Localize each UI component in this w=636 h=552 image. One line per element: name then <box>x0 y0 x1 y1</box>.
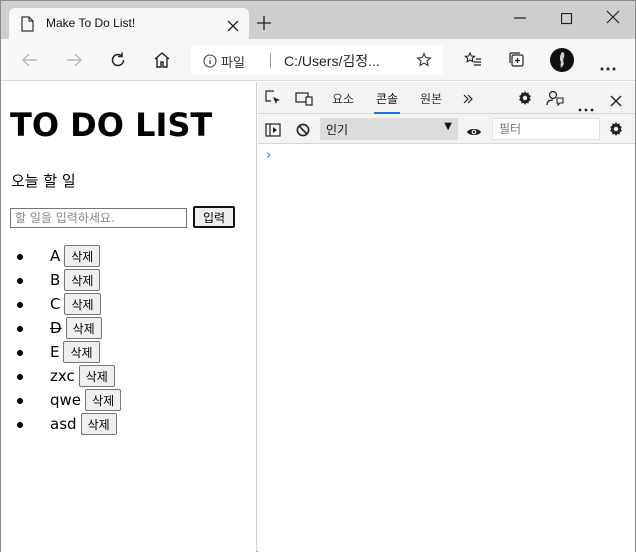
scheme-label: 파일 <box>221 56 245 71</box>
refresh-icon[interactable] <box>109 51 127 73</box>
devtools-tab-console[interactable]: 콘솔 <box>373 90 401 114</box>
todo-item-text[interactable]: E <box>50 343 59 361</box>
delete-button[interactable]: 삭제 <box>80 413 117 435</box>
list-item: A 삭제 <box>16 244 121 268</box>
todo-item-text[interactable]: C <box>50 295 60 313</box>
delete-button[interactable]: 삭제 <box>65 317 102 339</box>
page-viewport: TO DO LIST 오늘 할 일 입력 A삭제B삭제C삭제D삭제E삭제zxc삭… <box>1 82 257 552</box>
list-item: E 삭제 <box>16 340 121 364</box>
address-divider <box>270 53 271 68</box>
feedback-icon[interactable] <box>546 89 564 111</box>
page-title: TO DO LIST <box>10 106 213 144</box>
back-arrow-icon[interactable] <box>21 51 39 73</box>
context-selector[interactable]: 인기 ▼ <box>320 118 458 140</box>
devtools-tab-elements[interactable]: 요소 <box>332 90 354 107</box>
tab-title: Make To Do List! <box>46 16 136 30</box>
address-bar[interactable]: 파일 C:/Users/김정... <box>191 45 443 75</box>
todo-item-text[interactable]: zxc <box>50 367 75 385</box>
todo-item-text[interactable]: D <box>50 319 62 337</box>
favorites-list-icon[interactable] <box>464 51 482 73</box>
live-expression-eye-icon[interactable] <box>466 123 482 142</box>
delete-button[interactable]: 삭제 <box>85 389 122 411</box>
browser-toolbar: 파일 C:/Users/김정... <box>1 39 635 81</box>
browser-window: Make To Do List! 파일 C:/Users/김정... TO DO… <box>0 0 636 552</box>
todo-item-text[interactable]: qwe <box>50 391 81 409</box>
show-sidebar-icon[interactable] <box>265 122 281 141</box>
list-item: qwe 삭제 <box>16 388 122 412</box>
close-tab-icon[interactable] <box>227 17 239 36</box>
todo-input[interactable] <box>10 208 187 228</box>
console-filter-input[interactable] <box>492 118 600 140</box>
context-selector-value: 인기 <box>326 123 349 137</box>
todo-item-text[interactable]: asd <box>50 415 77 433</box>
list-item: D 삭제 <box>16 316 121 340</box>
new-tab-icon[interactable] <box>257 15 271 34</box>
todo-list: A 삭제 B 삭제 C 삭제 D 삭제 E 삭제 zxc 삭제 qwe 삭제 asd 삭제 <box>1 244 122 436</box>
console-settings-gear-icon[interactable] <box>608 121 624 141</box>
favorite-star-icon[interactable] <box>416 52 432 72</box>
device-emulation-icon[interactable] <box>295 91 313 110</box>
inspect-element-icon[interactable] <box>265 90 281 110</box>
home-icon[interactable] <box>153 51 171 73</box>
forward-arrow-icon[interactable] <box>65 51 83 73</box>
devtools-tabbar: 요소 콘솔 원본 <box>258 82 635 114</box>
console-prompt[interactable]: › <box>266 148 271 163</box>
list-item: C 삭제 <box>16 292 121 316</box>
info-icon[interactable] <box>203 53 217 72</box>
close-devtools-icon[interactable] <box>610 92 622 111</box>
dropdown-caret-icon: ▼ <box>444 121 452 132</box>
todo-item-text[interactable]: B <box>50 271 60 289</box>
close-window-icon[interactable] <box>606 9 620 28</box>
minimize-icon[interactable] <box>513 10 527 29</box>
delete-button[interactable]: 삭제 <box>64 269 101 291</box>
maximize-icon[interactable] <box>560 10 573 29</box>
list-item: zxc 삭제 <box>16 364 121 388</box>
clear-console-icon[interactable] <box>296 122 310 141</box>
more-tabs-chevron-icon[interactable] <box>462 90 474 109</box>
delete-button[interactable]: 삭제 <box>78 365 115 387</box>
browser-tab[interactable]: Make To Do List! <box>9 8 249 39</box>
page-subtitle: 오늘 할 일 <box>11 172 76 190</box>
url-text[interactable]: C:/Users/김정... <box>284 51 380 71</box>
devtools-tab-sources[interactable]: 원본 <box>420 90 442 107</box>
delete-button[interactable]: 삭제 <box>64 293 101 315</box>
console-toolbar: 인기 ▼ <box>258 114 635 144</box>
todo-item-text[interactable]: A <box>50 247 60 265</box>
more-menu-icon[interactable] <box>599 57 617 76</box>
add-todo-button[interactable]: 입력 <box>193 206 235 228</box>
devtools-panel: 요소 콘솔 원본 인기 ▼ 필터 › <box>258 82 635 552</box>
delete-button[interactable]: 삭제 <box>63 341 100 363</box>
profile-avatar[interactable] <box>550 48 574 72</box>
delete-button[interactable]: 삭제 <box>64 245 101 267</box>
settings-gear-icon[interactable] <box>517 90 533 110</box>
tab-strip: Make To Do List! <box>1 1 635 39</box>
collections-icon[interactable] <box>508 51 526 73</box>
document-icon <box>21 16 34 36</box>
list-item: asd 삭제 <box>16 412 121 436</box>
list-item: B 삭제 <box>16 268 121 292</box>
